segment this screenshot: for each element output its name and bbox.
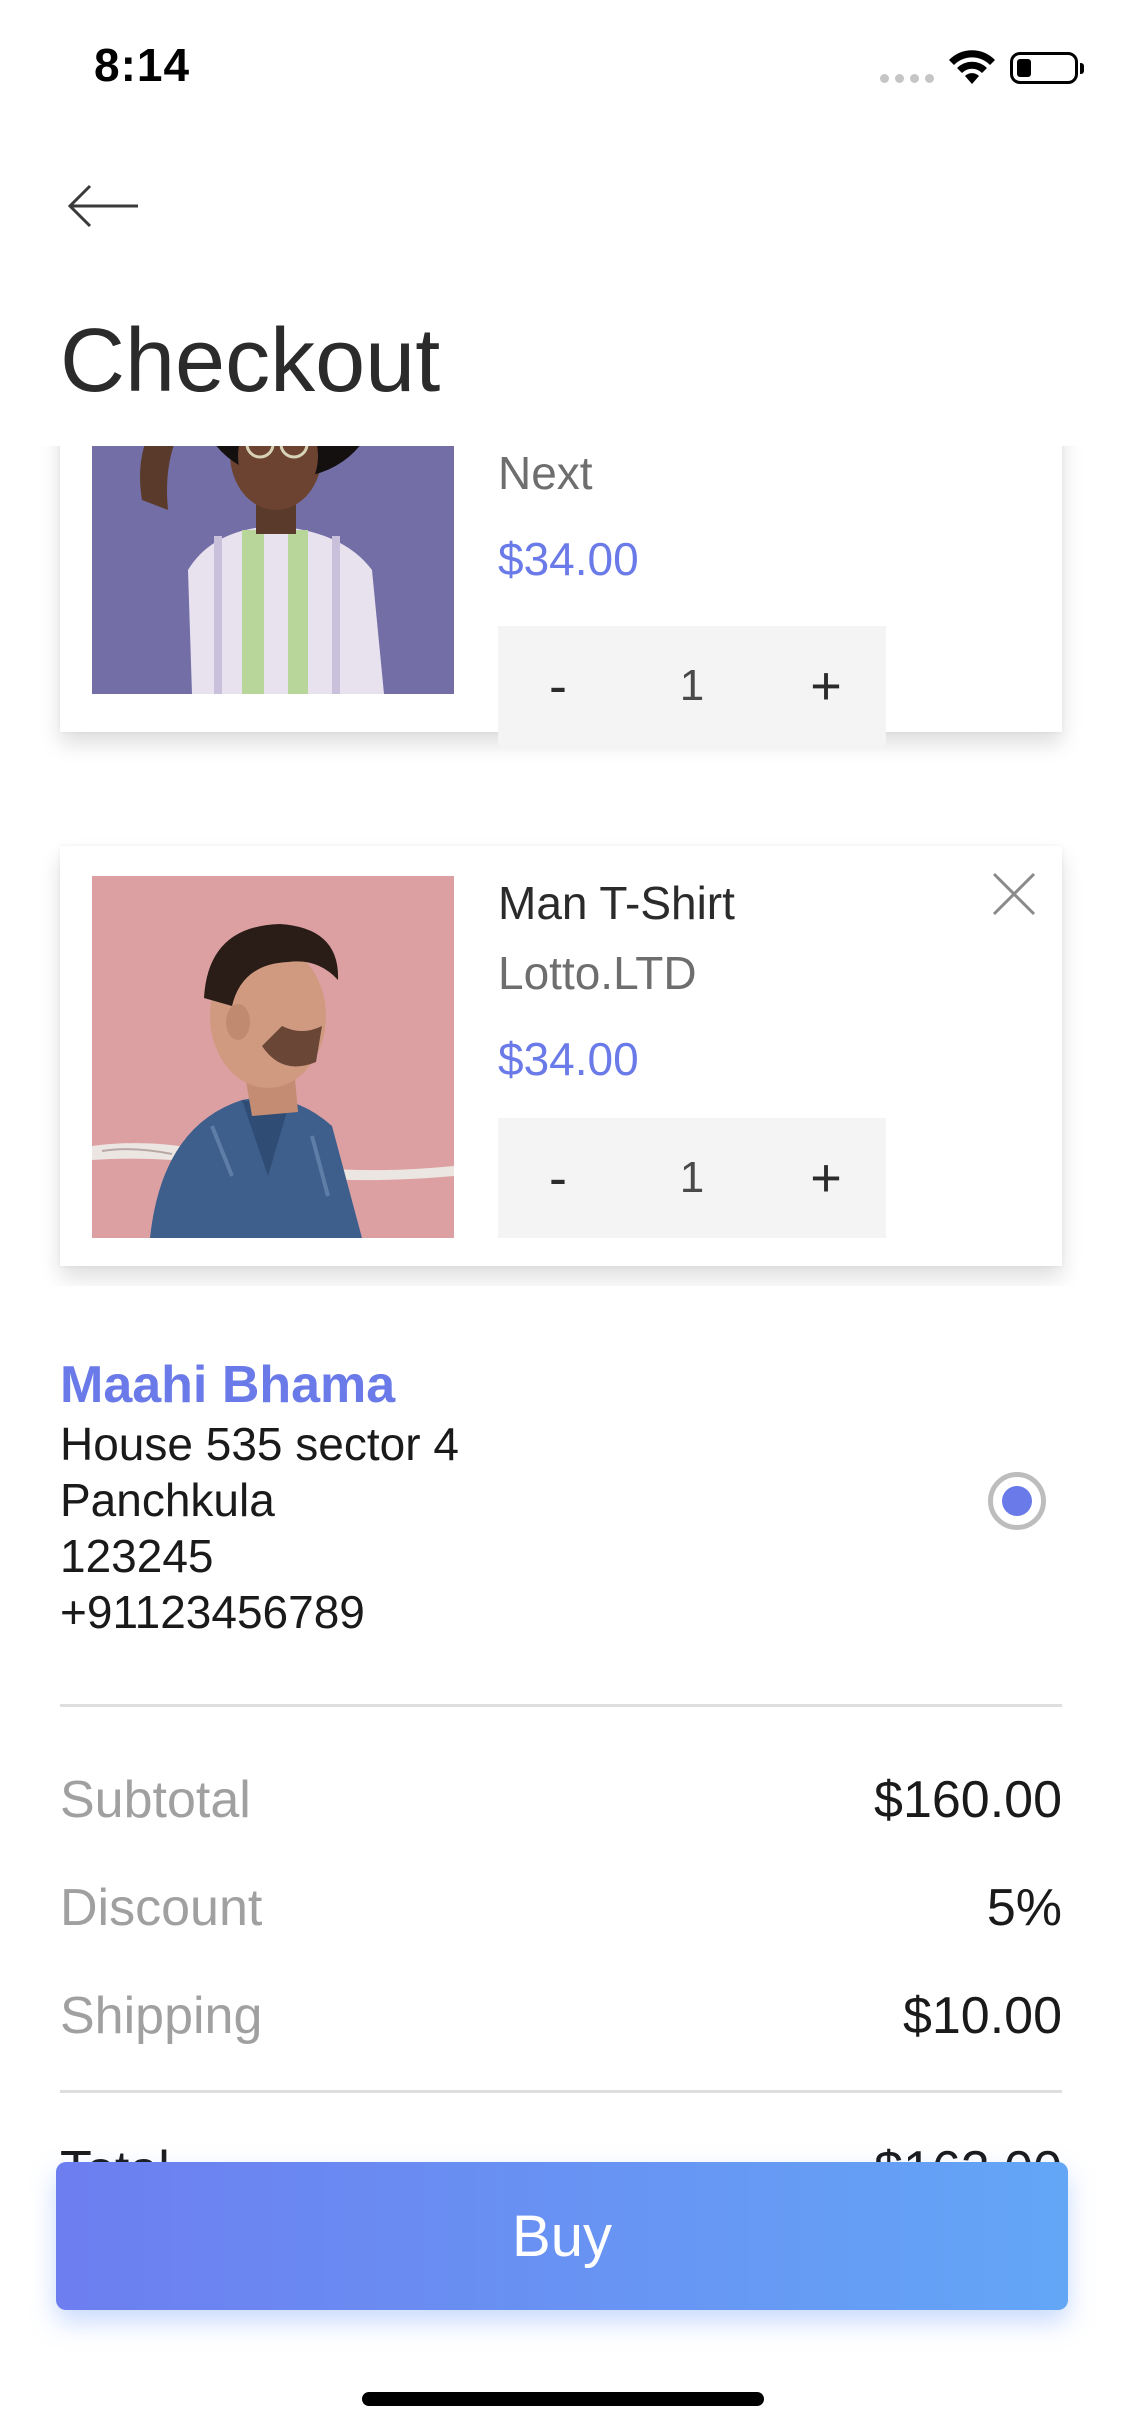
increment-button[interactable]: + [766,626,886,746]
product-name: Man T-Shirt [498,877,735,929]
shipping-label: Shipping [60,1987,263,2045]
discount-row: Discount 5% [60,1878,1062,1938]
quantity-value: 1 [679,1153,705,1202]
address-postal-code: 123245 [60,1529,214,1582]
product-brand: Lotto.LTD [498,947,697,999]
shipping-row: Shipping $10.00 [60,1986,1062,2046]
address-phone: +91123456789 [60,1585,365,1638]
divider [60,2090,1062,2093]
battery-icon [1010,52,1084,84]
address-line: House 535 sector 4 [60,1417,459,1470]
cellular-signal-icon [880,74,934,83]
product-price: $34.00 [498,533,639,585]
decrement-button[interactable]: - [498,1118,618,1238]
address-name: Maahi Bhama [60,1356,396,1414]
status-time: 8:14 [94,39,191,91]
discount-value: 5% [986,1879,1062,1937]
woman-in-striped-shirt-photo [92,446,454,694]
subtotal-row: Subtotal $160.00 [60,1770,1062,1830]
subtotal-label: Subtotal [60,1771,251,1829]
page-title: Checkout [60,311,441,411]
decrement-button[interactable]: - [498,626,618,746]
quantity-value: 1 [679,661,705,710]
cart-list[interactable]: Next $34.00 - 1 + Man T-Shirt Lotto.LTD … [0,446,1125,1286]
quantity-stepper: - 1 + [498,1118,886,1238]
product-image [92,876,454,1238]
buy-button[interactable]: Buy [56,2162,1068,2310]
shipping-address[interactable]: Maahi Bhama House 535 sector 4 Panchkula… [60,1356,940,1640]
quantity-stepper: - 1 + [498,626,886,746]
arrow-left-icon [67,184,138,228]
divider [60,1704,1062,1707]
radio-selected-dot [1002,1486,1032,1516]
shipping-value: $10.00 [902,1987,1062,2045]
wifi-icon [949,50,995,84]
discount-label: Discount [60,1879,263,1937]
product-brand: Next [498,447,593,499]
home-indicator [362,2392,764,2406]
back-button[interactable] [66,178,142,234]
product-image [92,446,454,694]
address-city: Panchkula [60,1473,275,1526]
subtotal-value: $160.00 [874,1771,1062,1829]
cart-item: Man T-Shirt Lotto.LTD $34.00 - 1 + [60,846,1062,1266]
cart-item: Next $34.00 - 1 + [60,446,1062,746]
product-price: $34.00 [498,1033,639,1085]
increment-button[interactable]: + [766,1118,886,1238]
remove-item-button[interactable] [986,866,1042,922]
address-radio-button[interactable] [988,1472,1046,1530]
close-icon [992,872,1036,916]
man-in-denim-shirt-photo [92,876,454,1238]
